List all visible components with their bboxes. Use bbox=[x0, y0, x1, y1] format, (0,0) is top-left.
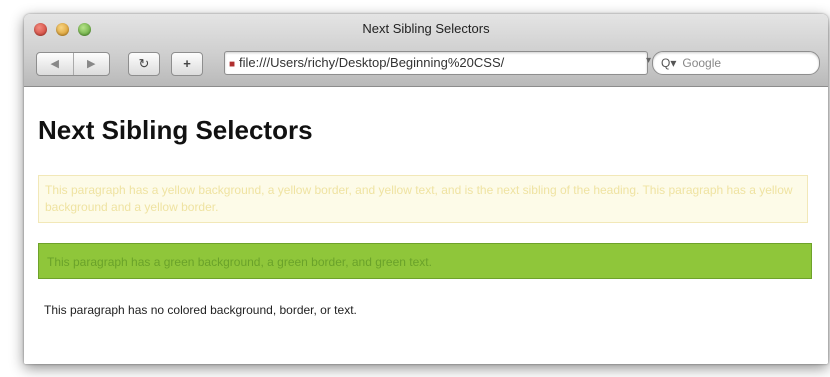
add-bookmark-button[interactable]: + bbox=[171, 52, 203, 76]
back-button[interactable]: ◀ bbox=[37, 53, 74, 75]
reload-button[interactable]: ↻ bbox=[128, 52, 160, 76]
address-text: file:///Users/richy/Desktop/Beginning%20… bbox=[239, 55, 505, 70]
address-bar[interactable]: ■ file:///Users/richy/Desktop/Beginning%2… bbox=[224, 51, 648, 75]
page-content: Next Sibling Selectors This paragraph ha… bbox=[24, 87, 828, 364]
browser-window: Next Sibling Selectors ◀ ▶ ↻ + ■ file:///… bbox=[24, 14, 828, 364]
search-icon: Q▾ bbox=[661, 56, 677, 70]
address-dropdown-icon[interactable]: ▾ bbox=[646, 55, 651, 66]
plus-icon: + bbox=[183, 56, 191, 71]
browser-chrome: Next Sibling Selectors ◀ ▶ ↻ + ■ file:///… bbox=[24, 14, 828, 87]
page-heading: Next Sibling Selectors bbox=[38, 115, 313, 145]
forward-button[interactable]: ▶ bbox=[74, 53, 110, 75]
yellow-paragraph: This paragraph has a yellow background, … bbox=[38, 175, 808, 223]
reload-icon: ↻ bbox=[138, 56, 150, 71]
file-icon: ■ bbox=[229, 59, 236, 70]
green-paragraph: This paragraph has a green background, a… bbox=[38, 243, 812, 279]
plain-paragraph: This paragraph has no colored background… bbox=[44, 303, 357, 317]
search-placeholder: Google bbox=[682, 56, 722, 70]
back-forward-buttons: ◀ ▶ bbox=[36, 52, 110, 76]
search-field[interactable]: Q▾ Google bbox=[652, 51, 820, 75]
window-title: Next Sibling Selectors bbox=[362, 21, 490, 36]
